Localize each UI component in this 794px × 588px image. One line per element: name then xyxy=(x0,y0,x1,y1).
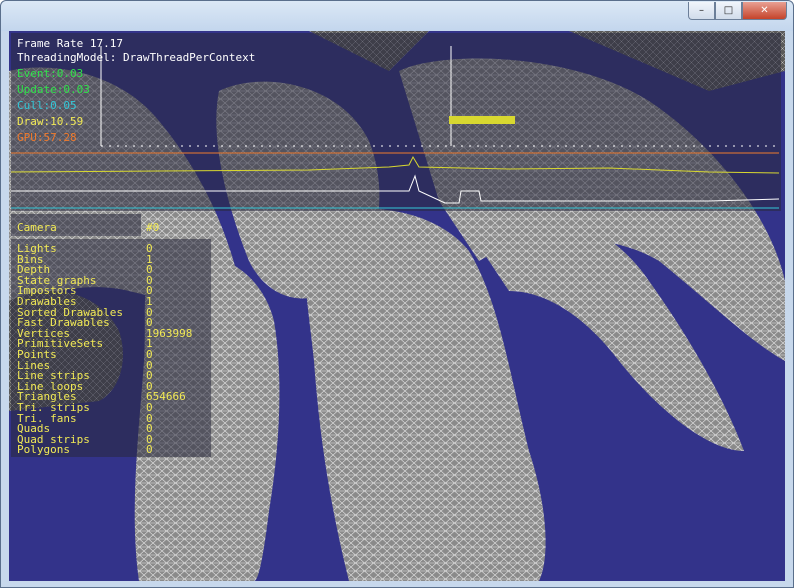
maximize-icon: □ xyxy=(723,5,734,16)
close-button[interactable]: ✕ xyxy=(742,2,787,20)
mesh-center-upper xyxy=(216,81,380,299)
mesh-left-upper xyxy=(9,67,239,311)
mesh-left-lower xyxy=(9,291,123,411)
minimize-button[interactable]: – xyxy=(688,2,715,20)
window-controls: – □ ✕ xyxy=(688,2,787,20)
close-icon: ✕ xyxy=(760,5,769,16)
title-bar[interactable]: – □ ✕ xyxy=(1,1,793,31)
minimize-icon: – xyxy=(699,5,704,16)
mesh-left-column xyxy=(134,253,280,581)
maximize-button[interactable]: □ xyxy=(715,2,742,20)
application-window: – □ ✕ Frame Rate 17.17 ThreadingModel: D… xyxy=(0,0,794,588)
mesh-top-region xyxy=(9,31,785,91)
3d-viewport[interactable]: Frame Rate 17.17 ThreadingModel: DrawThr… xyxy=(9,31,785,581)
wireframe-scene xyxy=(9,31,785,581)
